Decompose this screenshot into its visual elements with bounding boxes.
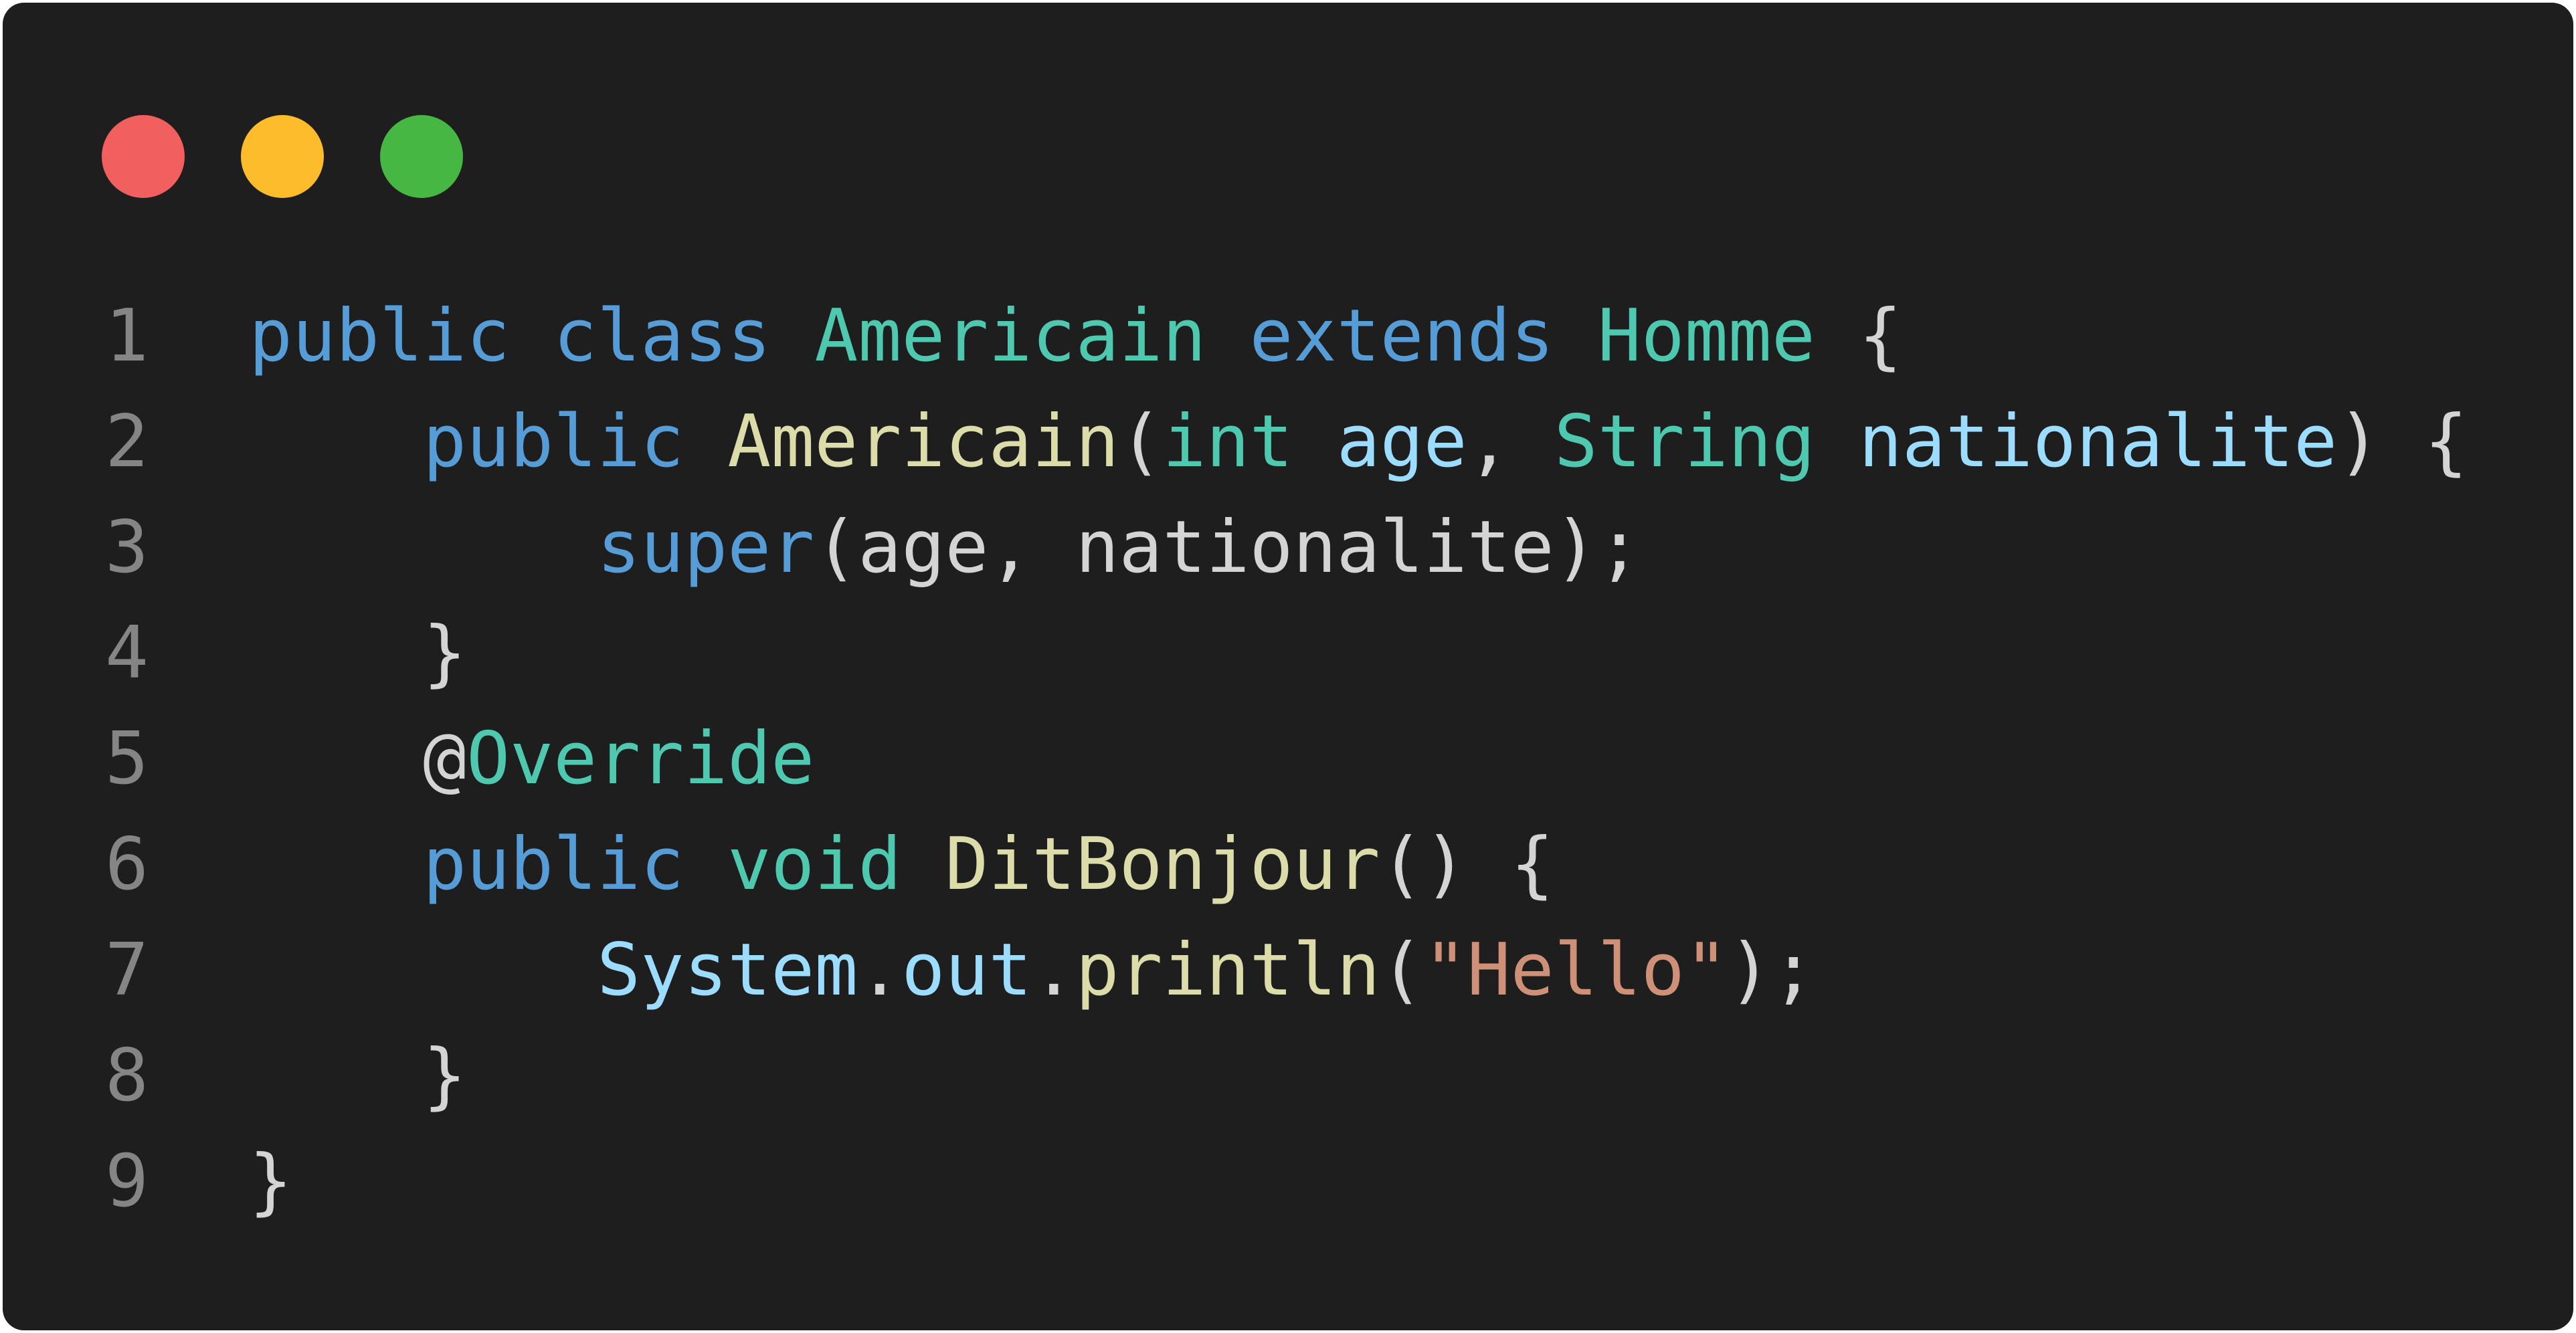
code-line: 7 System.out.println("Hello"); <box>3 918 2468 1023</box>
line-number: 1 <box>104 294 149 378</box>
code-token-keyword: extends <box>1249 294 1554 378</box>
line-source: } <box>149 1023 466 1129</box>
code-token-plain: { <box>1815 294 1902 378</box>
line-number: 4 <box>104 611 149 695</box>
line-number: 9 <box>104 1140 149 1223</box>
code-token-type: Americain <box>814 294 1206 378</box>
code-token-plain: ( <box>1119 400 1163 484</box>
code-token-variable: nationalite <box>1858 400 2338 484</box>
code-token-function: DitBonjour <box>945 823 1380 906</box>
code-token-plain: } <box>249 1140 293 1223</box>
code-token-function: Americain <box>727 400 1119 484</box>
code-token-type: int <box>1162 400 1293 484</box>
code-token-variable: out <box>901 928 1032 1012</box>
code-block: 1 public class Americain extends Homme {2… <box>3 284 2468 1235</box>
code-token-plain: @ <box>249 717 467 801</box>
code-token-plain: } <box>249 611 467 695</box>
code-token-string: "Hello" <box>1423 928 1728 1012</box>
line-source: System.out.println("Hello"); <box>149 918 1815 1023</box>
code-token-type: String <box>1554 400 1815 484</box>
code-token-keyword: public <box>423 823 684 906</box>
code-token-plain: () { <box>1380 823 1554 906</box>
code-line: 1 public class Americain extends Homme { <box>3 284 2468 389</box>
code-token-plain: . <box>858 928 902 1012</box>
code-token-plain: ) { <box>2337 400 2468 484</box>
code-token-type: void <box>727 823 902 906</box>
code-window: 1 public class Americain extends Homme {2… <box>3 3 2573 1330</box>
line-source: public class Americain extends Homme { <box>149 284 1902 389</box>
code-token-type: Override <box>466 717 815 801</box>
line-source: @Override <box>149 706 814 812</box>
code-token-plain: } <box>249 1034 467 1118</box>
code-token-plain: . <box>1032 928 1076 1012</box>
code-token-type: Homme <box>1597 294 1815 378</box>
code-token-keyword: super <box>597 506 815 589</box>
code-token-plain: (age, nationalite); <box>814 506 1641 589</box>
code-token-variable: System <box>597 928 858 1012</box>
line-number: 5 <box>104 717 149 801</box>
code-token-keyword: public <box>249 294 511 378</box>
code-token-plain: , <box>1467 400 1554 484</box>
code-line: 6 public void DitBonjour() { <box>3 812 2468 918</box>
code-token-function: println <box>1075 928 1380 1012</box>
code-line: 3 super(age, nationalite); <box>3 495 2468 601</box>
line-source: public void DitBonjour() { <box>149 812 1554 918</box>
code-line: 2 public Americain(int age, String natio… <box>3 389 2468 495</box>
code-token-keyword: class <box>553 294 771 378</box>
window-controls <box>102 115 463 198</box>
code-line: 8 } <box>3 1023 2468 1129</box>
minimize-button[interactable] <box>241 115 324 198</box>
line-number: 3 <box>104 506 149 589</box>
line-source: public Americain(int age, String nationa… <box>149 389 2468 495</box>
line-source: } <box>149 1129 292 1235</box>
line-number: 6 <box>104 823 149 906</box>
line-number: 8 <box>104 1034 149 1118</box>
line-source: } <box>149 601 466 706</box>
code-line: 9} <box>3 1129 2468 1235</box>
line-source: super(age, nationalite); <box>149 495 1641 601</box>
close-button[interactable] <box>102 115 185 198</box>
code-token-keyword: public <box>423 400 684 484</box>
line-number: 2 <box>104 400 149 484</box>
code-line: 5 @Override <box>3 706 2468 812</box>
line-number: 7 <box>104 928 149 1012</box>
maximize-button[interactable] <box>380 115 463 198</box>
code-token-plain: ); <box>1728 928 1815 1012</box>
code-token-variable: age <box>1336 400 1467 484</box>
code-line: 4 } <box>3 601 2468 706</box>
code-token-plain: ( <box>1380 928 1424 1012</box>
